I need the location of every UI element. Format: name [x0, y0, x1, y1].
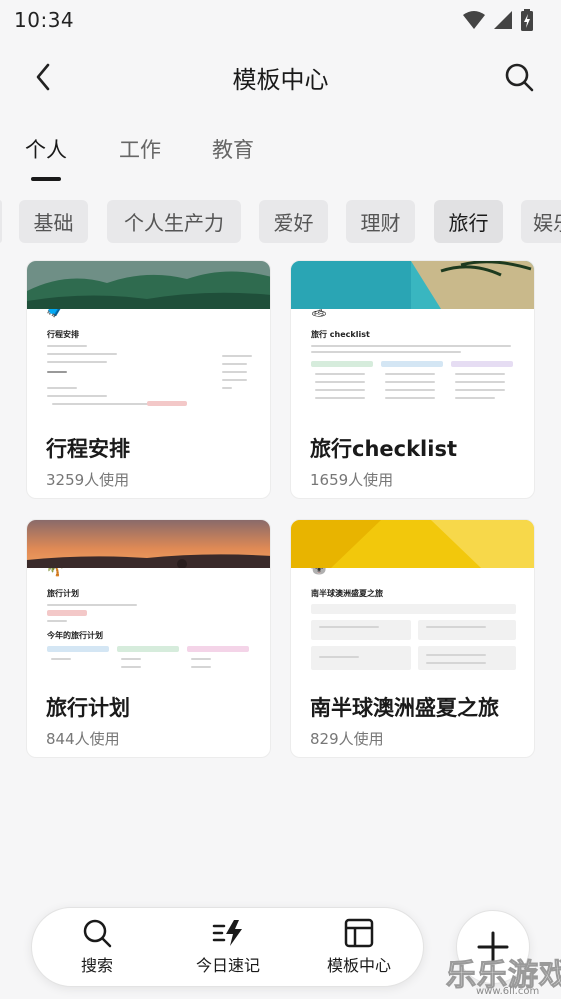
card-preview: 🧳 行程安排: [27, 309, 270, 429]
signal-icon: [494, 11, 512, 29]
card-title: 旅行checklist: [310, 437, 457, 461]
nav-label: 搜索: [80, 956, 113, 975]
status-icons: [463, 9, 533, 31]
nav-label: 模板中心: [326, 956, 391, 975]
wifi-icon: [463, 11, 485, 29]
chip-basics[interactable]: 基础: [19, 200, 88, 243]
preview-subtitle: 今年的旅行计划: [47, 631, 103, 640]
preview-title: 旅行 checklist: [311, 330, 370, 339]
card-usage-count: 844人使用: [46, 730, 120, 748]
status-bar: 10:34: [0, 0, 561, 40]
card-usage-count: 829人使用: [310, 730, 384, 748]
battery-icon: [521, 9, 533, 31]
card-emoji: 🐨: [309, 568, 329, 578]
card-preview: 🏝 旅行 checklist: [291, 309, 534, 429]
preview-title: 南半球澳洲盛夏之旅: [311, 589, 383, 598]
template-card-itinerary[interactable]: 🧳 行程安排 行程安排 3259人使用: [26, 260, 271, 499]
status-time: 10:34: [14, 8, 75, 32]
watermark-logo: 乐乐游戏 www.6ll.com: [446, 950, 561, 999]
card-emoji: 🧳: [45, 309, 65, 319]
card-cover-image: [27, 261, 270, 309]
card-preview: 🌴 旅行计划 今年的旅行计划: [27, 568, 270, 688]
nav-label: 今日速记: [195, 956, 260, 975]
top-app-bar: 模板中心: [0, 50, 561, 104]
chip-hobbies[interactable]: 爱好: [259, 200, 328, 243]
active-tab-indicator: [31, 177, 61, 181]
search-icon: [505, 63, 534, 92]
tab-work[interactable]: 工作: [119, 134, 161, 164]
bottom-navigation: 搜索 今日速记 模板中心: [31, 907, 424, 987]
category-tabs: 个人 工作 教育: [0, 130, 561, 186]
watermark-url: www.6ll.com: [476, 986, 540, 997]
tab-personal[interactable]: 个人: [25, 134, 67, 164]
card-cover-image: [27, 520, 270, 569]
preview-title: 行程安排: [47, 330, 79, 339]
chip-finance[interactable]: 理财: [346, 200, 415, 243]
chip-travel[interactable]: 旅行: [434, 200, 503, 243]
card-cover-image: [291, 520, 534, 568]
card-emoji: 🌴: [45, 568, 65, 578]
nav-template-center[interactable]: 模板中心: [304, 908, 414, 988]
card-usage-count: 1659人使用: [310, 471, 394, 489]
template-card-travel-plan[interactable]: 🌴 旅行计划 今年的旅行计划 旅行计划 844人使用: [26, 519, 271, 758]
preview-title: 旅行计划: [47, 589, 79, 598]
template-card-travel-checklist[interactable]: 🏝 旅行 checklist 旅行checklist 1659人使用: [290, 260, 535, 499]
card-preview: 🐨 南半球澳洲盛夏之旅: [291, 568, 534, 688]
template-card-australia-trip[interactable]: 🐨 南半球澳洲盛夏之旅 南半球澳洲盛夏之旅 829人使用: [290, 519, 535, 758]
nav-quick-note[interactable]: 今日速记: [173, 908, 283, 988]
back-button[interactable]: [28, 62, 58, 92]
chip-entertainment[interactable]: 娱乐: [521, 200, 561, 243]
search-icon: [83, 919, 112, 948]
card-title: 行程安排: [46, 437, 130, 461]
chip-productivity[interactable]: 个人生产力: [107, 200, 241, 243]
filter-chips: 基础 个人生产力 爱好 理财 旅行 娱乐: [0, 200, 561, 244]
card-usage-count: 3259人使用: [46, 471, 130, 489]
back-arrow-icon: [36, 63, 50, 91]
card-emoji: 🏝: [309, 309, 329, 319]
card-cover-image: [291, 261, 534, 309]
card-title: 旅行计划: [46, 696, 130, 720]
search-button[interactable]: [503, 61, 535, 93]
card-title: 南半球澳洲盛夏之旅: [310, 696, 499, 720]
page-title: 模板中心: [232, 65, 329, 94]
nav-search[interactable]: 搜索: [42, 908, 152, 988]
quick-note-icon: [212, 920, 242, 946]
template-icon: [344, 918, 374, 948]
chip-partial[interactable]: [0, 200, 2, 243]
tab-education[interactable]: 教育: [212, 134, 254, 164]
